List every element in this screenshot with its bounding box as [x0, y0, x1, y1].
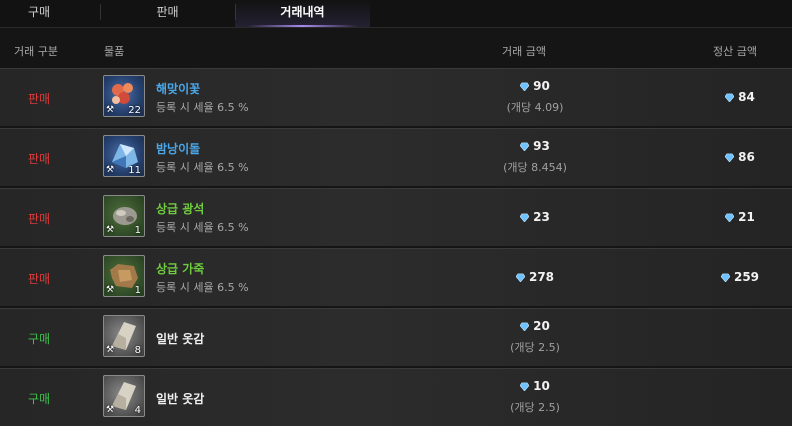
item-name: 상급 광석: [156, 202, 205, 216]
tab-buy[interactable]: 구매: [0, 0, 78, 27]
trade-type: 구매: [27, 392, 51, 406]
item-name: 일반 옷감: [156, 332, 205, 346]
item-name: 해맞이꽃: [156, 82, 201, 96]
tab-bar: 구매 판매 거래내역: [0, 0, 792, 28]
ore-item-icon[interactable]: ⚒ 1: [103, 195, 145, 237]
diamond-icon: [720, 273, 730, 282]
table-row[interactable]: 판매 ⚒ 1 상급 가죽 등록 시 세율 6.5 % 278 259: [0, 248, 792, 306]
trade-amount: 23: [440, 210, 630, 224]
tax-rate: 등록 시 세율 6.5 %: [156, 161, 249, 174]
tax-rate: 등록 시 세율 6.5 %: [156, 281, 249, 294]
settlement-amount: 84: [690, 90, 790, 104]
diamond-icon: [520, 213, 530, 222]
table-row[interactable]: 판매 ⚒ 11 밤낭이돌 등록 시 세율 6.5 % 93 (개당 8.454)…: [0, 128, 792, 186]
tab-sell[interactable]: 판매: [100, 0, 235, 27]
unit-price: (개당 2.5): [510, 341, 560, 354]
diamond-icon: [520, 322, 530, 331]
unit-price: (개당 2.5): [510, 401, 560, 414]
table-row[interactable]: 판매 ⚒ 22 해맞이꽃 등록 시 세율 6.5 % 90 (개당 4.09) …: [0, 68, 792, 126]
header-amount: 거래 금액: [502, 45, 546, 58]
unit-price: (개당 8.454): [503, 161, 567, 174]
header-settle: 정산 금액: [713, 45, 757, 58]
diamond-icon: [520, 142, 530, 151]
trade-amount: 20: [440, 319, 630, 333]
item-name: 일반 옷감: [156, 392, 205, 406]
item-count: 8: [134, 345, 141, 356]
stone-item-icon[interactable]: ⚒ 11: [103, 135, 145, 177]
item-count: 1: [134, 285, 141, 296]
trade-type: 판매: [27, 152, 51, 166]
trade-type: 판매: [27, 92, 51, 106]
tax-rate: 등록 시 세율 6.5 %: [156, 221, 249, 234]
tax-rate: 등록 시 세율 6.5 %: [156, 101, 249, 114]
header-type: 거래 구분: [14, 45, 58, 58]
trade-type: 판매: [27, 212, 51, 226]
diamond-icon: [520, 82, 530, 91]
item-count: 4: [134, 405, 141, 416]
tab-trade-history[interactable]: 거래내역: [235, 0, 370, 27]
table-row[interactable]: 판매 ⚒ 1 상급 광석 등록 시 세율 6.5 % 23 21: [0, 188, 792, 246]
diamond-icon: [725, 153, 735, 162]
settlement-amount: 259: [690, 270, 790, 284]
tool-icon: ⚒: [106, 225, 115, 235]
diamond-icon: [515, 273, 525, 282]
trade-amount: 90: [440, 79, 630, 93]
item-count: 11: [128, 165, 141, 176]
trade-type: 구매: [27, 332, 51, 346]
item-count: 1: [134, 225, 141, 236]
item-name: 상급 가죽: [156, 262, 205, 276]
flower-item-icon[interactable]: ⚒ 22: [103, 75, 145, 117]
cloth-item-icon[interactable]: ⚒ 4: [103, 375, 145, 417]
settlement-amount: 21: [690, 210, 790, 224]
tool-icon: ⚒: [106, 165, 115, 175]
diamond-icon: [725, 93, 735, 102]
tool-icon: ⚒: [106, 285, 115, 295]
tool-icon: ⚒: [106, 105, 115, 115]
tool-icon: ⚒: [106, 345, 115, 355]
table-row[interactable]: 구매 ⚒ 4 일반 옷감 10 (개당 2.5): [0, 368, 792, 426]
trade-type: 판매: [27, 272, 51, 286]
settlement-amount: 86: [690, 150, 790, 164]
unit-price: (개당 4.09): [506, 101, 564, 114]
diamond-icon: [725, 213, 735, 222]
trade-amount: 93: [440, 139, 630, 153]
cloth-item-icon[interactable]: ⚒ 8: [103, 315, 145, 357]
trade-amount: 278: [440, 270, 630, 284]
item-count: 22: [128, 105, 141, 116]
table-header: 거래 구분 물품 거래 금액 정산 금액: [0, 36, 792, 64]
header-item: 물품: [104, 45, 125, 58]
item-name: 밤낭이돌: [156, 142, 201, 156]
trade-amount: 10: [440, 379, 630, 393]
diamond-icon: [520, 382, 530, 391]
leather-item-icon[interactable]: ⚒ 1: [103, 255, 145, 297]
table-row[interactable]: 구매 ⚒ 8 일반 옷감 20 (개당 2.5): [0, 308, 792, 366]
